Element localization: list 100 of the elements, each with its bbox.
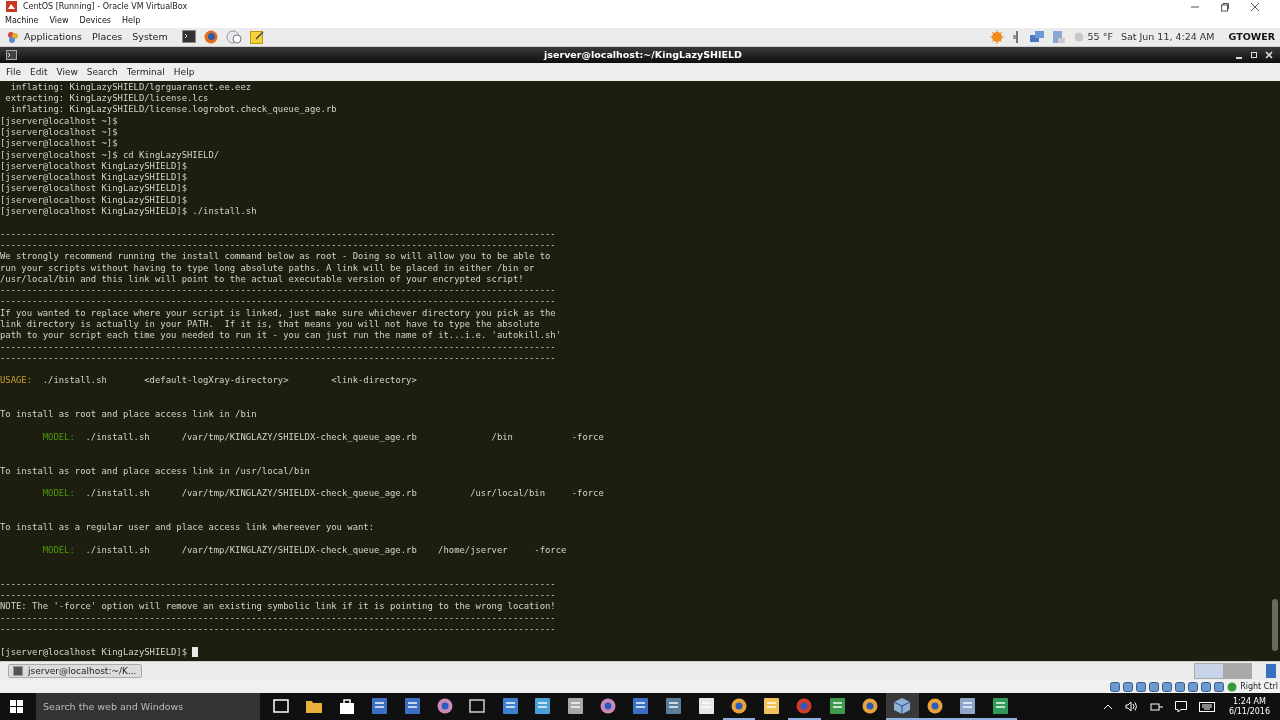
clock-time[interactable]: 1:24 AM <box>1233 696 1266 707</box>
browser-icon <box>861 697 878 714</box>
model-label: MODEL: <box>42 431 75 444</box>
status-icon[interactable] <box>1188 681 1199 692</box>
applications-icon[interactable] <box>6 29 20 44</box>
workspace-switcher[interactable] <box>1194 663 1252 680</box>
terminal-line: To install as root and place access link in /bin <box>0 409 257 421</box>
temperature: 55 °F <box>1087 31 1113 43</box>
terminal-line: To install as root and place access link in /usr/local/bin <box>0 465 310 478</box>
note-icon[interactable] <box>249 29 264 44</box>
console-icon <box>469 698 486 713</box>
browser-icon <box>927 697 944 714</box>
browser-icon <box>730 697 747 714</box>
terminal-line: [jserver@localhost ~]$ <box>0 115 118 127</box>
panel-menu[interactable]: Places <box>92 31 123 43</box>
terminal-icon[interactable] <box>181 30 196 44</box>
terminal-line: -------------------------------------------------------------------------------------------------------- <box>0 590 556 602</box>
status-icon[interactable] <box>1201 681 1212 692</box>
terminal-line: -------------------------------------------------------------------------------------------------------- <box>0 296 556 308</box>
close-icon[interactable] <box>1250 1 1260 12</box>
terminal-line: [jserver@localhost KingLazySHIELD]$ <box>0 194 187 207</box>
terminal-line: To install as a regular user and place access link whereever you want: <box>0 522 375 534</box>
document-icon <box>371 697 387 714</box>
menu-item[interactable]: Edit <box>30 66 48 77</box>
terminal-icon[interactable] <box>6 49 17 60</box>
status-icon[interactable] <box>1136 681 1147 692</box>
terminal-line: NOTE: The '-force' option will remove an existing symbolic link if it is pointing to the wrong location! <box>0 601 556 613</box>
terminal-line: -------------------------------------------------------------------------------------------------------- <box>0 239 556 252</box>
terminal-line: ./install.sh /var/tmp/KINGLAZY/SHIELDX-check_queue_age.rb /home/jserver -force <box>85 544 567 557</box>
terminal-line: [jserver@localhost KingLazySHIELD]$ <box>0 160 187 173</box>
active-app-button[interactable] <box>886 693 919 720</box>
menu-item[interactable]: Machine <box>5 16 39 26</box>
status-icon[interactable] <box>1110 681 1121 692</box>
terminal-line: [jserver@localhost KingLazySHIELD]$ <box>0 646 187 658</box>
status-icon[interactable] <box>1214 681 1225 692</box>
menu-item[interactable]: Search <box>86 66 118 77</box>
status-icon[interactable] <box>1123 681 1134 692</box>
terminal-line: -------------------------------------------------------------------------------------------------------- <box>0 341 556 353</box>
menu-item[interactable]: Help <box>173 66 195 77</box>
terminal-line: [jserver@localhost ~]$ cd KingLazySHIELD/ <box>0 149 220 161</box>
menu-item[interactable]: Devices <box>79 16 111 26</box>
clock-date[interactable]: 6/11/2016 <box>1228 706 1270 717</box>
host-key-icon <box>1227 681 1238 692</box>
panel-menu[interactable]: Applications <box>24 31 83 43</box>
menu-item[interactable]: View <box>49 16 69 26</box>
terminal-line: path to your script each time you needed to run it - you can just run the name of it...i.e. 'autokill.sh' <box>0 330 562 342</box>
status-icon[interactable] <box>1175 681 1186 692</box>
menu-item[interactable]: Terminal <box>126 66 165 77</box>
terminal-line: -------------------------------------------------------------------------------------------------------- <box>0 285 556 297</box>
terminal-line: [jserver@localhost ~]$ <box>0 138 118 150</box>
status-icon[interactable] <box>1162 681 1173 692</box>
trash-icon[interactable] <box>1266 664 1276 679</box>
usage-label: USAGE: <box>0 375 33 387</box>
taskbar-button[interactable]: jserver@localhost:~/K... <box>8 664 142 679</box>
terminal-line: run your scripts without having to type long absolute paths. A link will be placed in either /bin or <box>0 262 535 274</box>
user-name[interactable]: GTOWER <box>1228 31 1275 43</box>
keyboard-icon[interactable] <box>1198 701 1215 712</box>
document-icon <box>633 697 649 714</box>
menu-item[interactable]: File <box>6 66 22 77</box>
terminal-line: extracting: KingLazySHIELD/license.lcs <box>4 93 209 105</box>
document-icon <box>404 697 420 714</box>
task-view-icon <box>273 698 290 713</box>
terminal-line: [jserver@localhost KingLazySHIELD]$ <box>0 172 187 184</box>
terminal-icon <box>13 666 23 677</box>
terminal-line: If you wanted to replace where your script is linked, just make sure whichever directory you pick as the <box>0 307 556 319</box>
browser-icon[interactable] <box>203 29 218 44</box>
cube-icon <box>894 697 911 714</box>
terminal-line: -------------------------------------------------------------------------------------------------------- <box>0 624 556 636</box>
terminal-line: /usr/local/bin and this link will point to the actual executable version of your encrypted script! <box>0 273 524 286</box>
status-icon[interactable] <box>1149 681 1160 692</box>
text-cursor <box>192 647 199 658</box>
terminal-line: ./install.sh <default-logXray-directory> <link-directory> <box>42 375 417 387</box>
clipboard-icon[interactable] <box>1051 29 1066 44</box>
chevron-up-icon[interactable] <box>1102 703 1113 710</box>
speaker-icon[interactable] <box>1124 701 1138 712</box>
terminal-line: inflating: KingLazySHIELD/lgrguaransct.ee.eez <box>9 81 252 94</box>
search-field[interactable]: Search the web and Windows <box>36 693 260 720</box>
shopping-bag-icon <box>339 697 354 714</box>
maximize-icon[interactable] <box>1250 50 1258 59</box>
terminal-line: -------------------------------------------------------------------------------------------------------- <box>0 228 556 240</box>
clock[interactable]: Sat Jun 11, 4:24 AM <box>1120 31 1215 43</box>
model-label: MODEL: <box>42 488 75 500</box>
terminal-line: -------------------------------------------------------------------------------------------------------- <box>0 612 556 624</box>
window-title: CentOS [Running] - Oracle VM VirtualBox <box>23 2 188 12</box>
windows-logo-icon[interactable] <box>10 700 23 713</box>
message-icon[interactable] <box>1174 700 1187 713</box>
restore-icon[interactable] <box>1220 1 1230 12</box>
terminal-line: [jserver@localhost KingLazySHIELD]$ ./install.sh <box>0 206 257 218</box>
terminal-title: jserver@localhost:~/KingLazySHIELD <box>544 49 742 61</box>
terminal-line: inflating: KingLazySHIELD/license.logrobot.check_queue_age.rb <box>9 104 337 116</box>
terminal-line: ./install.sh /var/tmp/KINGLAZY/SHIELDX-check_queue_age.rb /usr/local/bin -force <box>85 488 604 500</box>
menu-item[interactable]: View <box>56 66 78 77</box>
folder-icon <box>306 698 323 713</box>
menu-item[interactable]: Help <box>122 16 141 26</box>
terminal-line: -------------------------------------------------------------------------------------------------------- <box>0 578 556 591</box>
terminal-line: [jserver@localhost ~]$ <box>0 126 118 139</box>
terminal-line: We strongly recommend running the install command below as root - Doing so will allow you to be able to <box>0 251 551 263</box>
terminal-line: link directory is actually in your PATH. If it is, that means you will not have to type the absolute <box>0 319 540 331</box>
panel-menu[interactable]: System <box>132 31 168 43</box>
terminal-line: [jserver@localhost KingLazySHIELD]$ <box>0 183 187 195</box>
